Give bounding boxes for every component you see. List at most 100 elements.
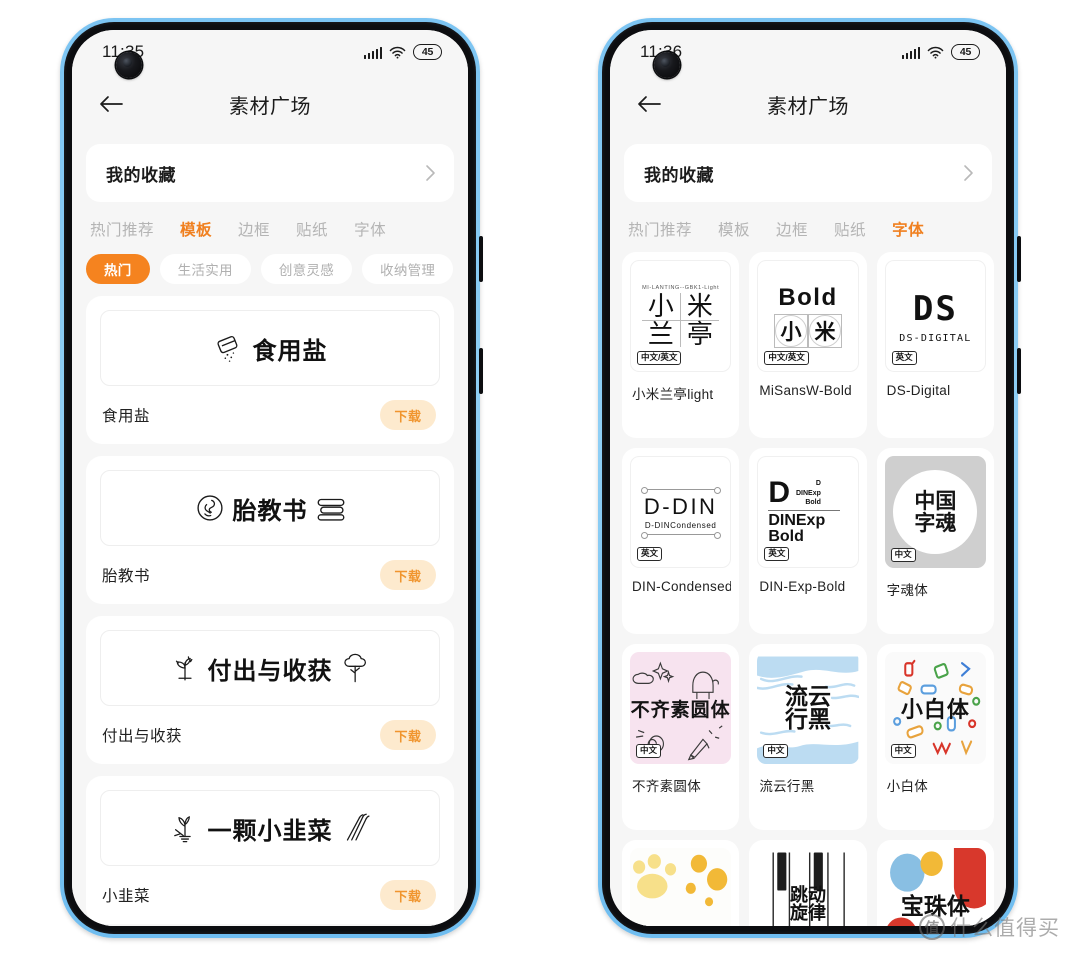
font-card[interactable]: 不齐素圆体 中文 不齐素圆体	[622, 644, 740, 830]
font-sample-tiaodong: 跳动 旋律	[757, 848, 859, 926]
font-card[interactable]: 中国 字魂 中文 字魂体	[876, 448, 994, 634]
font-card[interactable]: 小浣熊 小浣熊	[622, 840, 740, 926]
status-icons: 45	[901, 44, 980, 60]
template-card[interactable]: 食用盐 食用盐 下载	[86, 296, 454, 444]
font-preview[interactable]: 小白体 中文	[884, 652, 986, 764]
tab-hot-recommend[interactable]: 热门推荐	[90, 216, 154, 242]
font-card[interactable]: MI-LANTING--GBK1-Light 小 米 兰 亭 中文/英文 小米兰	[622, 252, 740, 438]
power-button-left[interactable]	[479, 348, 483, 394]
wifi-icon	[927, 46, 944, 59]
tab-sticker[interactable]: 贴纸	[296, 216, 328, 242]
ruler-line-decor	[640, 532, 721, 539]
category-tabs-right[interactable]: 热门推荐 模板 边框 贴纸 字体	[610, 202, 1006, 252]
font-card[interactable]: 宝珠体 宝珠体	[876, 840, 994, 926]
font-preview[interactable]: D-DIN D-DINCondensed 英文	[630, 456, 732, 568]
font-card[interactable]: 跳动 旋律 跳动旋律	[749, 840, 867, 926]
font-card[interactable]: 流云 行黑 中文 流云行黑	[749, 644, 867, 830]
download-button[interactable]: 下载	[380, 560, 436, 590]
font-preview[interactable]: 跳动 旋律	[757, 848, 859, 926]
font-sample-din-condensed: D-DIN D-DINCondensed	[640, 485, 721, 539]
status-bar-right: 11:36 45	[610, 30, 1006, 78]
font-sample-char: 小	[642, 292, 681, 321]
font-card[interactable]: D D DINExp Bold DINExp Bold 英文 DIN-Exp-B…	[749, 448, 867, 634]
volume-button-left[interactable]	[479, 236, 483, 282]
app-content-left[interactable]: 我的收藏 热门推荐 模板 边框 贴纸 字体 热门 生活实用 创意灵感 收纳管理 …	[72, 134, 468, 926]
tab-template[interactable]: 模板	[180, 216, 212, 242]
back-button[interactable]	[632, 87, 666, 121]
chip-hot[interactable]: 热门	[86, 254, 150, 284]
font-card[interactable]: 小白体 中文 小白体	[876, 644, 994, 830]
template-preview[interactable]: 付出与收获	[100, 630, 440, 706]
tab-template[interactable]: 模板	[718, 216, 750, 242]
font-sample-main-text: DINExp Bold	[768, 512, 826, 546]
status-bar-left: 11:35 45	[72, 30, 468, 78]
font-preview[interactable]: 小浣熊	[630, 848, 732, 926]
download-button[interactable]: 下载	[380, 400, 436, 430]
font-sample-text: 流云 行黑	[784, 683, 831, 733]
font-preview[interactable]: D D DINExp Bold DINExp Bold 英文	[757, 456, 859, 568]
font-sample-misans-bold: Bold 小 米	[773, 284, 842, 348]
template-name: 小韭菜	[102, 888, 151, 905]
back-button[interactable]	[94, 87, 128, 121]
download-button[interactable]: 下载	[380, 720, 436, 750]
sprout-icon	[175, 656, 192, 681]
font-preview[interactable]: 中国 字魂 中文	[884, 456, 986, 568]
font-name: DS-Digital	[886, 383, 951, 398]
font-sample-char: 米	[680, 293, 720, 321]
font-sample-baozhu: 宝珠体	[884, 848, 986, 926]
font-preview[interactable]: 宝珠体	[884, 848, 986, 926]
font-sample-char: 字魂	[914, 510, 957, 535]
template-preview[interactable]: 胎教书	[100, 470, 440, 546]
template-preview-text: 食用盐	[252, 337, 328, 365]
font-card[interactable]: DS DS-DIGITAL 英文 DS-Digital	[876, 252, 994, 438]
tab-border[interactable]: 边框	[238, 216, 270, 242]
chip-creative-inspiration[interactable]: 创意灵感	[260, 254, 353, 284]
language-tag: 中文/英文	[637, 351, 682, 365]
font-preview[interactable]: 不齐素圆体 中文	[630, 652, 732, 764]
font-preview[interactable]: DS DS-DIGITAL 英文	[884, 260, 986, 372]
font-sample-char: 小	[773, 314, 808, 348]
volume-button-right[interactable]	[1017, 236, 1021, 282]
my-favorites-label: 我的收藏	[106, 165, 176, 185]
font-sample-chars: 小 米 兰 亭	[642, 292, 720, 348]
my-favorites-row[interactable]: 我的收藏	[86, 144, 454, 202]
chip-storage-management[interactable]: 收纳管理	[362, 254, 454, 284]
template-preview-text: 付出与收获	[207, 657, 333, 685]
chive-bundle-icon	[346, 813, 370, 841]
font-sample-text: 小白体	[900, 697, 970, 722]
tab-font[interactable]: 字体	[892, 216, 924, 242]
filter-chips[interactable]: 热门 生活实用 创意灵感 收纳管理	[72, 252, 468, 296]
font-name: 不齐素圆体	[632, 779, 701, 794]
template-preview[interactable]: 食用盐	[100, 310, 440, 386]
font-name: 小白体	[886, 779, 929, 794]
font-sample-text: 跳动 旋律	[789, 885, 826, 923]
template-card[interactable]: 胎教书 胎教书 下载	[86, 456, 454, 604]
tab-sticker[interactable]: 贴纸	[834, 216, 866, 242]
font-sample-top-text: Bold	[778, 284, 838, 311]
tab-border[interactable]: 边框	[776, 216, 808, 242]
template-card[interactable]: 一颗小韭菜 小韭菜 下载	[86, 776, 454, 924]
language-tag: 中文	[890, 744, 916, 758]
language-tag: 中文	[636, 744, 662, 758]
template-preview[interactable]: 一颗小韭菜	[100, 790, 440, 866]
chip-life-practical[interactable]: 生活实用	[159, 254, 251, 284]
app-content-right[interactable]: 我的收藏 热门推荐 模板 边框 贴纸 字体 MI-LANTING--GBK1-L…	[610, 134, 1006, 926]
font-preview[interactable]: MI-LANTING--GBK1-Light 小 米 兰 亭 中文/英文	[630, 260, 732, 372]
template-card[interactable]: 付出与收获 付出与收获 下载	[86, 616, 454, 764]
font-sample-top-text: MI-LANTING--GBK1-Light	[642, 284, 720, 291]
app-header-left: 素材广场	[72, 74, 468, 134]
books-icon	[317, 498, 344, 521]
front-camera-punch-hole	[654, 52, 680, 78]
category-tabs-left[interactable]: 热门推荐 模板 边框 贴纸 字体	[72, 202, 468, 252]
my-favorites-row[interactable]: 我的收藏	[624, 144, 992, 202]
font-sample-char: 兰	[642, 320, 681, 348]
font-preview[interactable]: Bold 小 米 中文/英文	[757, 260, 859, 372]
template-preview-text: 胎教书	[232, 497, 308, 525]
font-preview[interactable]: 流云 行黑 中文	[757, 652, 859, 764]
power-button-right[interactable]	[1017, 348, 1021, 394]
download-button[interactable]: 下载	[380, 880, 436, 910]
tab-hot-recommend[interactable]: 热门推荐	[628, 216, 692, 242]
font-card[interactable]: Bold 小 米 中文/英文 MiSansW-Bold	[749, 252, 867, 438]
font-card[interactable]: D-DIN D-DINCondensed 英文 DIN-Condensed	[622, 448, 740, 634]
tab-font[interactable]: 字体	[354, 216, 386, 242]
